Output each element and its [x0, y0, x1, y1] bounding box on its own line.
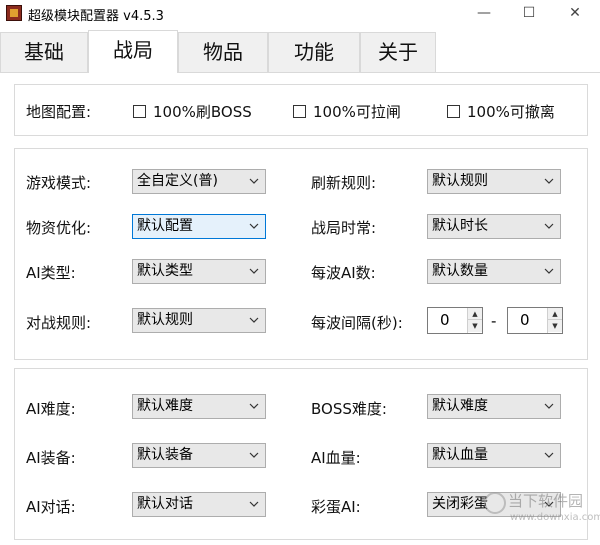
- wave-ai-count-select[interactable]: 默认数量: [427, 259, 561, 284]
- tab-functions[interactable]: 功能: [268, 32, 360, 72]
- refresh-rule-label: 刷新规则:: [311, 174, 377, 192]
- ai-difficulty-value: 默认难度: [137, 398, 193, 414]
- close-button[interactable]: ✕: [552, 0, 598, 26]
- chevron-down-icon: [249, 221, 259, 231]
- checkbox-switch[interactable]: [293, 105, 306, 118]
- game-mode-select[interactable]: 全自定义(普): [132, 169, 266, 194]
- game-mode-label: 游戏模式:: [26, 174, 92, 192]
- wave-ai-count-label: 每波AI数:: [311, 264, 376, 282]
- ai-type-select[interactable]: 默认类型: [132, 259, 266, 284]
- map-config-label: 地图配置:: [26, 103, 92, 121]
- loot-opt-select[interactable]: 默认配置: [132, 214, 266, 239]
- ai-health-value: 默认血量: [432, 447, 488, 463]
- battle-rule-select[interactable]: 默认规则: [132, 308, 266, 333]
- boss-difficulty-value: 默认难度: [432, 398, 488, 414]
- ai-type-label: AI类型:: [26, 264, 76, 282]
- watermark-text: 当下软件园: [508, 492, 584, 510]
- chevron-down-icon: [544, 401, 554, 411]
- maximize-button[interactable]: ☐: [506, 0, 552, 26]
- chevron-down-icon: [544, 266, 554, 276]
- tab-items[interactable]: 物品: [178, 32, 268, 72]
- chevron-down-icon: [249, 266, 259, 276]
- interval-separator: -: [491, 312, 497, 330]
- easter-egg-ai-value: 关闭彩蛋: [432, 496, 488, 512]
- window-title: 超级模块配置器 v4.5.3: [28, 9, 164, 24]
- match-duration-select[interactable]: 默认时长: [427, 214, 561, 239]
- chevron-down-icon: [249, 450, 259, 460]
- map-config-panel: 地图配置: 100%刷BOSS 100%可拉闸 100%可撤离: [14, 84, 588, 136]
- tab-bar: 基础 战局 物品 功能 关于: [0, 30, 600, 73]
- title-bar: 超级模块配置器 v4.5.3 — ☐ ✕: [0, 0, 600, 26]
- checkbox-extract-label[interactable]: 100%可撤离: [467, 101, 555, 122]
- chevron-down-icon: [249, 401, 259, 411]
- checkbox-switch-label[interactable]: 100%可拉闸: [313, 101, 401, 122]
- match-duration-value: 默认时长: [432, 218, 488, 234]
- watermark-logo-icon: [484, 492, 506, 514]
- ai-health-select[interactable]: 默认血量: [427, 443, 561, 468]
- refresh-rule-value: 默认规则: [432, 173, 488, 189]
- tab-about[interactable]: 关于: [360, 32, 436, 72]
- minimize-button[interactable]: —: [461, 0, 507, 26]
- chevron-down-icon: [249, 499, 259, 509]
- boss-difficulty-label: BOSS难度:: [311, 400, 387, 418]
- ai-dialogue-value: 默认对话: [137, 496, 193, 512]
- wave-interval-from-value: 0: [440, 311, 450, 329]
- loot-opt-label: 物资优化:: [26, 219, 92, 237]
- chevron-down-icon: [249, 176, 259, 186]
- ai-equipment-value: 默认装备: [137, 447, 193, 463]
- watermark-url: www.downxia.com: [510, 512, 600, 523]
- checkbox-extract[interactable]: [447, 105, 460, 118]
- easter-egg-ai-label: 彩蛋AI:: [311, 498, 361, 516]
- chevron-down-icon: [544, 450, 554, 460]
- battle-rule-label: 对战规则:: [26, 314, 92, 332]
- stepper-down-icon[interactable]: ▼: [548, 320, 562, 332]
- checkbox-boss-label[interactable]: 100%刷BOSS: [153, 101, 252, 122]
- checkbox-boss[interactable]: [133, 105, 146, 118]
- battle-rule-value: 默认规则: [137, 312, 193, 328]
- stepper-down-icon[interactable]: ▼: [468, 320, 482, 332]
- wave-interval-label: 每波间隔(秒):: [311, 314, 403, 332]
- stepper-up-icon[interactable]: ▲: [468, 308, 482, 320]
- chevron-down-icon: [544, 221, 554, 231]
- tab-battle[interactable]: 战局: [88, 30, 178, 73]
- game-mode-value: 全自定义(普): [137, 173, 218, 189]
- ai-dialogue-label: AI对话:: [26, 498, 76, 516]
- tab-basic[interactable]: 基础: [0, 32, 88, 72]
- ai-equipment-label: AI装备:: [26, 449, 76, 467]
- app-icon: [6, 5, 22, 21]
- wave-interval-to-value: 0: [520, 311, 530, 329]
- ai-type-value: 默认类型: [137, 263, 193, 279]
- chevron-down-icon: [544, 176, 554, 186]
- ai-difficulty-select[interactable]: 默认难度: [132, 394, 266, 419]
- match-duration-label: 战局时常:: [311, 219, 377, 237]
- wave-ai-count-value: 默认数量: [432, 263, 488, 279]
- wave-interval-from-stepper[interactable]: 0 ▲ ▼: [427, 307, 483, 334]
- loot-opt-value: 默认配置: [137, 218, 193, 234]
- ai-difficulty-label: AI难度:: [26, 400, 76, 418]
- ai-dialogue-select[interactable]: 默认对话: [132, 492, 266, 517]
- chevron-down-icon: [249, 315, 259, 325]
- stepper-up-icon[interactable]: ▲: [548, 308, 562, 320]
- watermark: 当下软件园 www.downxia.com: [484, 488, 600, 532]
- refresh-rule-select[interactable]: 默认规则: [427, 169, 561, 194]
- ai-equipment-select[interactable]: 默认装备: [132, 443, 266, 468]
- boss-difficulty-select[interactable]: 默认难度: [427, 394, 561, 419]
- ai-health-label: AI血量:: [311, 449, 361, 467]
- wave-interval-to-stepper[interactable]: 0 ▲ ▼: [507, 307, 563, 334]
- mode-panel: 游戏模式: 全自定义(普) 刷新规则: 默认规则 物资优化: 默认配置 战局时常…: [14, 148, 588, 360]
